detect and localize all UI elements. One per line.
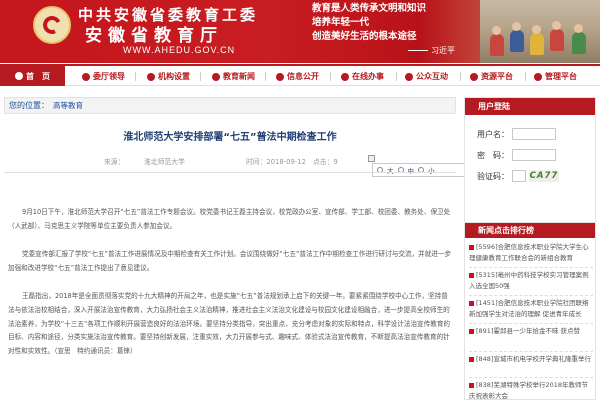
font-size-icon[interactable]	[368, 155, 375, 162]
login-header: 用户登陆	[465, 98, 595, 115]
nav-item-resources[interactable]: 资源平台	[470, 69, 513, 84]
org-icon	[147, 72, 155, 81]
quote-line: 培养年轻一代	[312, 17, 370, 28]
captcha-row: 验证码： CA77	[477, 170, 559, 182]
captcha-input[interactable]	[512, 170, 526, 182]
nav-item-info[interactable]: 信息公开	[276, 69, 319, 84]
ranking-item[interactable]: [1451]合肥信息技术职业学院社团联络新加强学生对法治的理解 促进青年成长	[469, 298, 593, 320]
chat-icon	[405, 72, 413, 81]
captcha-label: 验证码：	[477, 171, 509, 181]
password-label: 密 码：	[477, 150, 509, 160]
banner-url: WWW.AHEDU.GOV.CN	[123, 45, 236, 55]
breadcrumb: 您的位置： 高等教育	[4, 97, 456, 114]
ranking-item[interactable]: [5596]合肥信息技术职业学院大学生心理健康教育工作联合会的新组合教育	[469, 242, 593, 264]
bullet-icon	[469, 382, 474, 388]
quote-line: 创造美好生活的根本途径	[312, 31, 417, 42]
nav-item-management[interactable]: 管理平台	[534, 69, 577, 84]
username-input[interactable]	[512, 128, 556, 140]
font-small-label[interactable]: 小	[428, 165, 435, 175]
password-input[interactable]	[512, 149, 556, 161]
bullet-icon	[469, 300, 474, 306]
bullet-icon	[469, 244, 474, 250]
article-paragraph: 党委宣传部汇报了学校“七五”普法工作进展情况及中期检查有关工作计划。会议围绕做好…	[8, 250, 452, 272]
banner-photo	[480, 0, 600, 63]
breadcrumb-label: 您的位置：	[9, 101, 49, 110]
banner-title-line2: 安徽省教育厅	[85, 26, 223, 46]
site-banner: 中共安徽省委教育工委 安徽省教育厅 WWW.AHEDU.GOV.CN 教育是人类…	[0, 0, 600, 63]
publish-time: 时间：2018-09-12	[246, 158, 306, 166]
education-emblem-icon	[33, 6, 71, 44]
font-size-selector: 大 中 小	[372, 163, 466, 177]
nav-item-leaders[interactable]: 委厅领导	[82, 69, 125, 84]
news-ranking-panel: 新闻点击排行榜 [5596]合肥信息技术职业学院大学生心理健康教育工作联合会的新…	[464, 222, 596, 400]
source-name: 淮北师范大学	[144, 158, 185, 166]
quote-line: 教育是人类传承文明和知识	[312, 3, 427, 14]
bullet-icon	[469, 272, 474, 278]
article-title: 淮北师范大学安排部署“七五”普法中期检查工作	[123, 132, 337, 143]
font-large-label[interactable]: 大	[387, 165, 394, 175]
ranking-item[interactable]: [891]霍邱县一少年拾金不昧 获点赞	[469, 326, 593, 337]
article-paragraph: 9月10日下午，淮北师范大学召开“七五”普法工作专题会议。校党委书记王磊主持会议…	[8, 208, 451, 230]
ranking-item[interactable]: [848]宣城市机电学校开学典礼隆重举行	[469, 354, 593, 365]
article-paragraph: 王磊指出，2018年是全面贯彻落实党的十九大精神的开局之年，也是实施“七五”普法…	[8, 292, 451, 356]
username-row: 用户名：	[477, 128, 556, 140]
manage-icon	[534, 72, 542, 81]
nav-item-interaction[interactable]: 公众互动	[405, 69, 448, 84]
bullet-icon	[469, 328, 474, 334]
banner-signature: 习近平	[408, 45, 455, 56]
nav-item-news[interactable]: 教育新闻	[212, 69, 255, 84]
info-icon	[276, 72, 284, 81]
nav-item-organization[interactable]: 机构设置	[147, 69, 190, 84]
nav-item-online[interactable]: 在线办事	[341, 69, 384, 84]
ranking-header: 新闻点击排行榜	[465, 223, 595, 238]
divider	[4, 172, 456, 173]
click-count: 点击：9	[313, 158, 338, 166]
ranking-item[interactable]: [5315]亳州中药科技学校实习管理案例入选全国50强	[469, 270, 593, 292]
online-icon	[341, 72, 349, 81]
main-nav: 首 页 委厅领导 机构设置 教育新闻 信息公开 在线办事 公众互动 资源平台 管…	[0, 64, 600, 86]
person-icon	[82, 72, 90, 81]
nav-item-home[interactable]: 首 页	[0, 66, 65, 86]
news-icon	[212, 72, 220, 81]
source-label: 来源：	[104, 158, 125, 166]
banner-quote: 教育是人类传承文明和知识 培养年轻一代 创造美好生活的根本途径	[312, 2, 492, 44]
bullet-icon	[469, 356, 474, 362]
font-medium-label[interactable]: 中	[408, 165, 415, 175]
home-icon	[15, 72, 23, 80]
resource-icon	[470, 72, 478, 81]
username-label: 用户名：	[477, 129, 509, 139]
captcha-image[interactable]: CA77	[529, 170, 559, 182]
ranking-item[interactable]: [838]芜湖特殊学校举行2018年教师节庆祝表彰大会	[469, 380, 593, 400]
password-row: 密 码：	[477, 149, 556, 161]
breadcrumb-link[interactable]: 高等教育	[53, 100, 83, 111]
